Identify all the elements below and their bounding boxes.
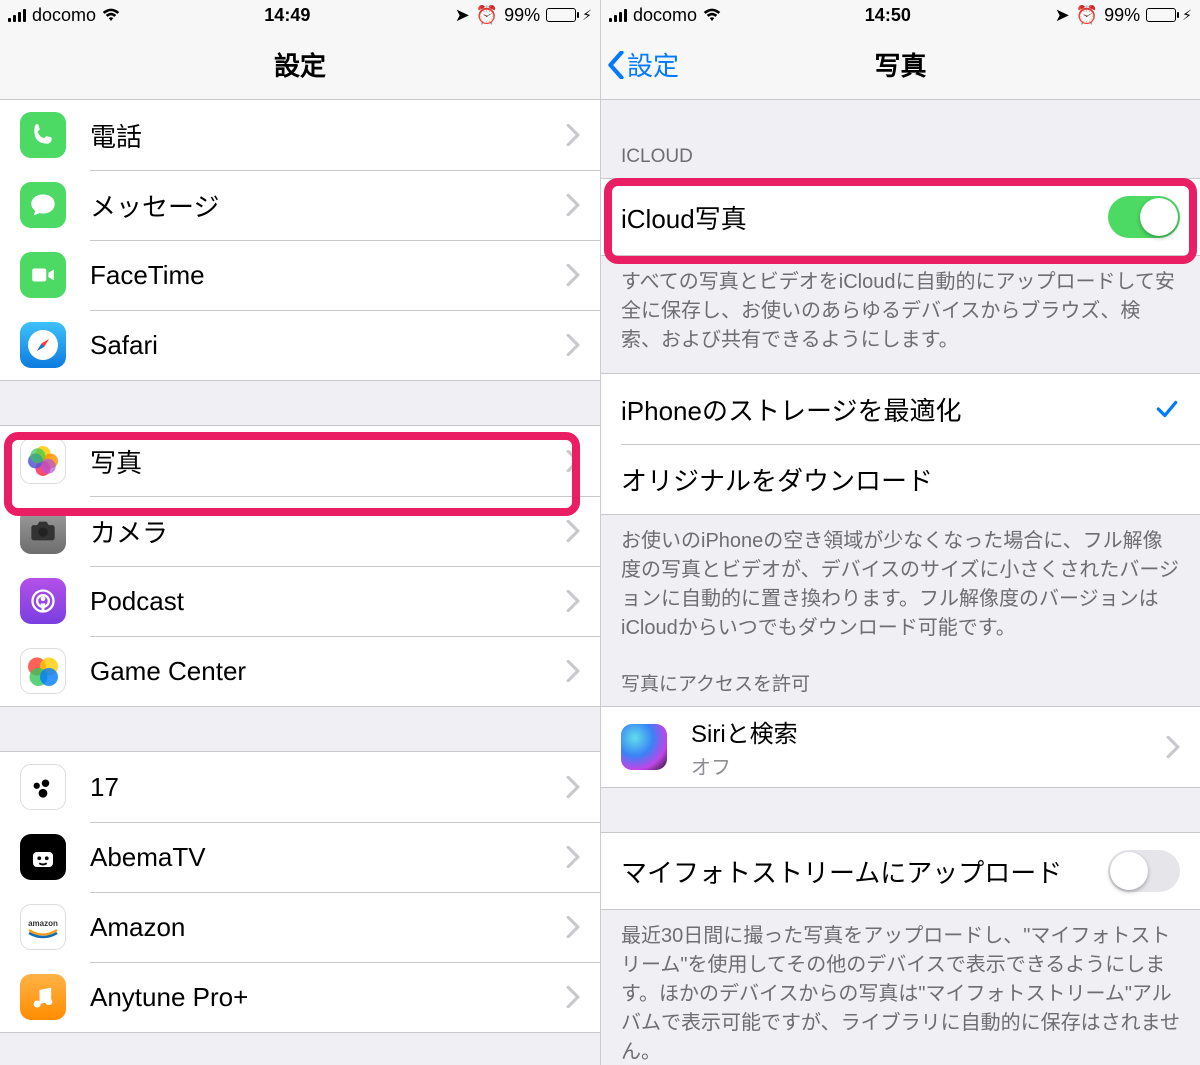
status-time: 14:50 [865,5,911,26]
photostream-footer: 最近30日間に撮った写真をアップロードし、"マイフォトストリーム"を使用してその… [601,910,1200,1065]
settings-row-podcast[interactable]: Podcast [0,566,600,636]
charging-icon: ⚡︎ [582,7,592,24]
chevron-right-icon [566,520,580,542]
settings-row-gamecenter[interactable]: Game Center [0,636,600,706]
location-icon: ➤ [455,5,470,26]
chevron-right-icon [566,124,580,146]
row-download-original[interactable]: オリジナルをダウンロード [601,444,1200,514]
battery-icon [1146,8,1176,22]
optimize-footer: お使いのiPhoneの空き領域が少なくなった場合に、フル解像度の写真とビデオが、… [601,515,1200,661]
signal-icon [8,8,26,22]
settings-row-camera[interactable]: カメラ [0,496,600,566]
row-label: Safari [90,330,566,361]
phone-icon [20,112,66,158]
wifi-icon [703,8,721,22]
settings-row-facetime[interactable]: FaceTime [0,240,600,310]
nav-bar: 設定 写真 [601,30,1200,100]
row-label: 17 [90,772,566,803]
status-time: 14:49 [264,5,310,26]
carrier-label: docomo [32,5,96,26]
status-bar: docomo 14:50 ➤ ⏰ 99% ⚡︎ [601,0,1200,30]
nav-bar: 設定 [0,30,600,100]
icloud-footer: すべての写真とビデオをiCloudに自動的にアップロードして安全に保存し、お使い… [601,256,1200,373]
row-sublabel: オフ [691,751,798,780]
chevron-right-icon [566,590,580,612]
battery-percent: 99% [504,5,540,26]
row-label: FaceTime [90,260,566,291]
seventeen-icon [20,764,66,810]
row-siri-search[interactable]: Siriと検索 オフ [601,707,1200,787]
page-title: 設定 [274,46,326,83]
anytune-icon [20,974,66,1020]
photos-icon [20,438,66,484]
section-header-access: 写真にアクセスを許可 [601,661,1200,706]
row-label: 電話 [90,117,566,154]
icloud-photos-toggle[interactable] [1108,196,1180,238]
row-photo-stream[interactable]: マイフォトストリームにアップロード [601,833,1200,909]
settings-row-abematv[interactable]: AbemaTV [0,822,600,892]
status-bar: docomo 14:49 ➤ ⏰ 99% ⚡︎ [0,0,600,30]
carrier-label: docomo [633,5,697,26]
svg-text:amazon: amazon [28,919,58,928]
abematv-icon [20,834,66,880]
alarm-icon: ⏰ [1076,5,1098,26]
row-label: Amazon [90,912,566,943]
chevron-right-icon [566,450,580,472]
row-label: iCloud写真 [621,199,1108,236]
chevron-right-icon [566,776,580,798]
settings-row-photos[interactable]: 写真 [0,426,600,496]
row-label: メッセージ [90,187,566,224]
row-label: iPhoneのストレージを最適化 [621,391,1154,428]
facetime-icon [20,252,66,298]
amazon-icon: amazon [20,904,66,950]
charging-icon: ⚡︎ [1182,7,1192,24]
photo-stream-toggle[interactable] [1108,850,1180,892]
settings-pane: docomo 14:49 ➤ ⏰ 99% ⚡︎ 設定 電話 メッセージ [0,0,600,1065]
chevron-right-icon [566,916,580,938]
chevron-right-icon [566,986,580,1008]
camera-icon [20,508,66,554]
section-header-icloud: ICLOUD [601,100,1200,178]
gamecenter-icon [20,648,66,694]
chevron-right-icon [566,846,580,868]
messages-icon [20,182,66,228]
chevron-right-icon [566,264,580,286]
safari-icon [20,322,66,368]
alarm-icon: ⏰ [476,5,498,26]
back-button[interactable]: 設定 [607,46,679,83]
battery-icon [546,8,576,22]
chevron-right-icon [1166,736,1180,758]
row-label: Siriと検索 [691,714,798,749]
row-label: マイフォトストリームにアップロード [621,853,1108,890]
signal-icon [609,8,627,22]
row-icloud-photos[interactable]: iCloud写真 [601,179,1200,255]
checkmark-icon [1154,396,1180,422]
row-label: Game Center [90,656,566,687]
page-title: 写真 [874,46,926,83]
back-label: 設定 [627,46,679,83]
chevron-left-icon [607,51,625,79]
chevron-right-icon [566,194,580,216]
settings-row-safari[interactable]: Safari [0,310,600,380]
settings-row-messages[interactable]: メッセージ [0,170,600,240]
settings-row-phone[interactable]: 電話 [0,100,600,170]
row-label: Anytune Pro+ [90,982,566,1013]
row-optimize-storage[interactable]: iPhoneのストレージを最適化 [601,374,1200,444]
podcast-icon [20,578,66,624]
wifi-icon [102,8,120,22]
settings-row-amazon[interactable]: amazon Amazon [0,892,600,962]
row-label: カメラ [90,513,566,550]
row-label: オリジナルをダウンロード [621,461,1180,498]
settings-row-anytune[interactable]: Anytune Pro+ [0,962,600,1032]
settings-row-17[interactable]: 17 [0,752,600,822]
row-label: AbemaTV [90,842,566,873]
row-label: 写真 [90,443,566,480]
chevron-right-icon [566,660,580,682]
row-label: Podcast [90,586,566,617]
siri-icon [621,724,667,770]
photos-settings-pane: docomo 14:50 ➤ ⏰ 99% ⚡︎ 設定 写真 ICLOUD iCl… [600,0,1200,1065]
battery-percent: 99% [1104,5,1140,26]
chevron-right-icon [566,334,580,356]
location-icon: ➤ [1055,5,1070,26]
